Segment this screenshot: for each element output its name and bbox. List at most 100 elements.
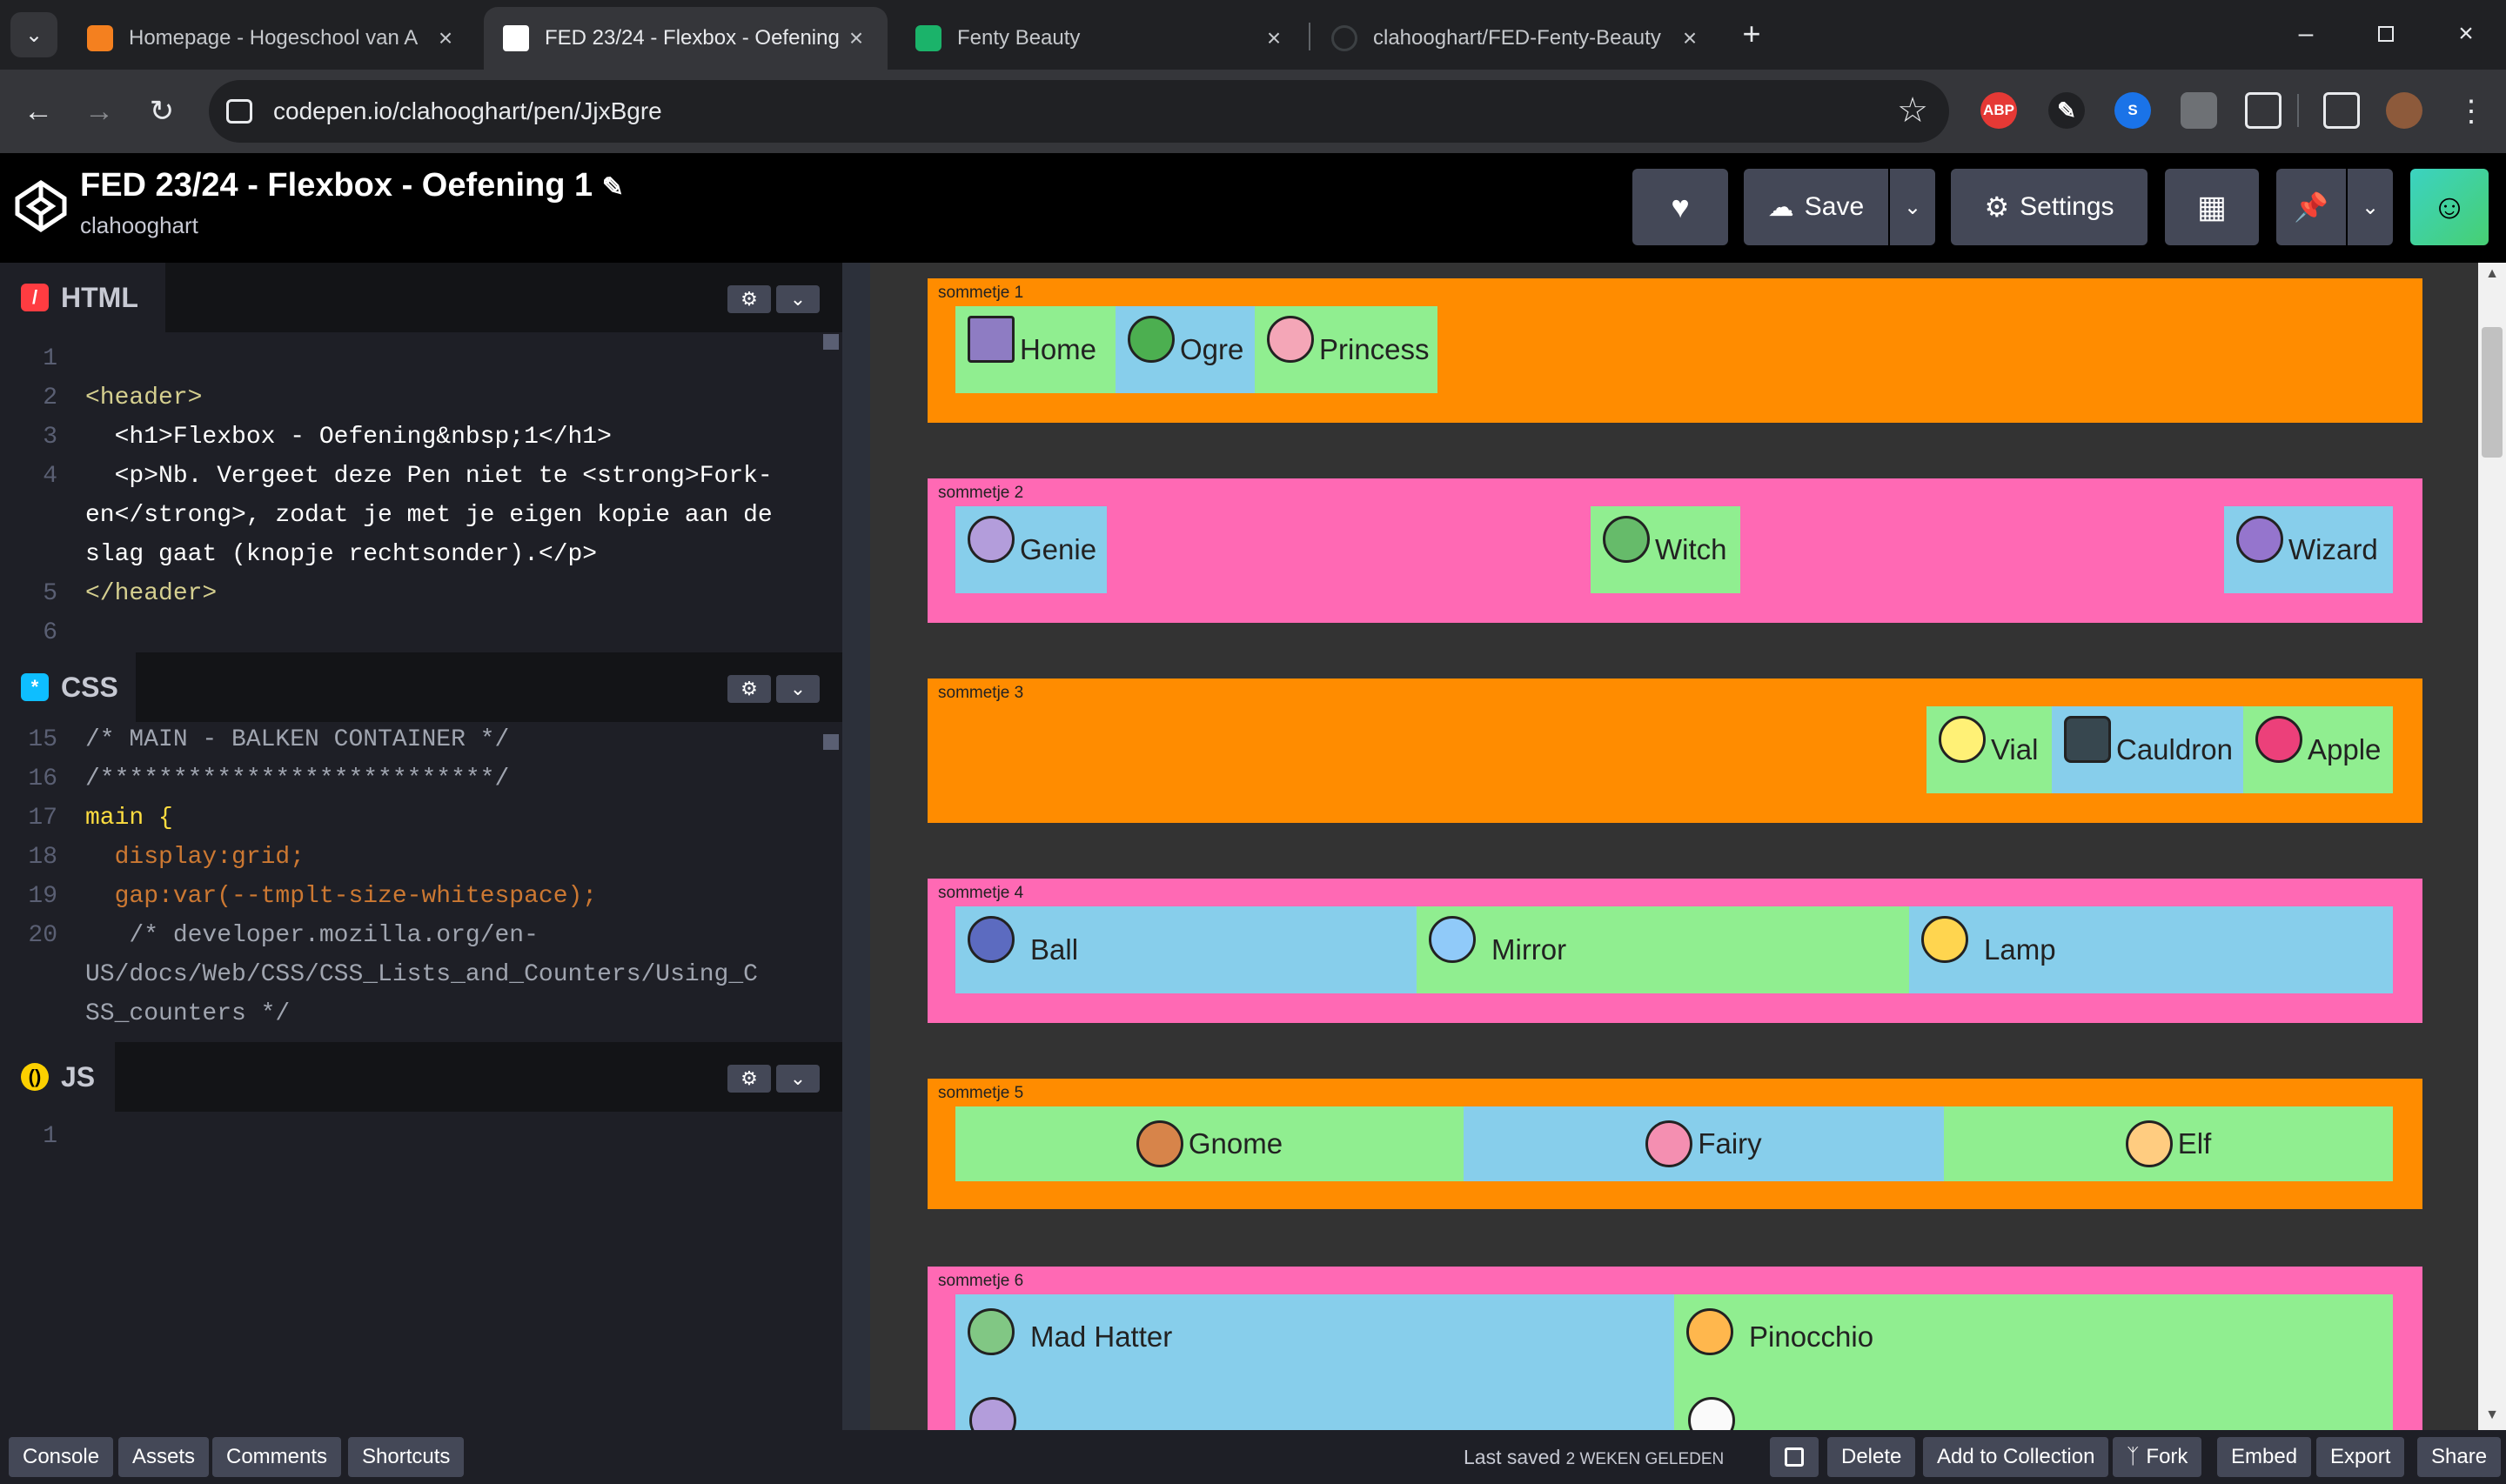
html-collapse-button[interactable]: ⌄	[776, 285, 820, 313]
chevron-down-icon: ⌄	[789, 1067, 807, 1089]
close-icon[interactable]: ×	[433, 24, 458, 52]
nav-item-elf[interactable]: Elf	[1944, 1106, 2393, 1181]
close-icon[interactable]: ×	[1262, 24, 1286, 52]
bookmark-star-icon[interactable]: ☆	[1897, 90, 1928, 130]
assets-button[interactable]: Assets	[118, 1437, 210, 1477]
preview-scrollbar-thumb[interactable]	[2482, 327, 2503, 458]
nav-item-home[interactable]: Home	[955, 306, 1116, 393]
nav-item-fairy[interactable]: Fairy	[1464, 1106, 1944, 1181]
css-code[interactable]: 15 /* MAIN - BALKEN CONTAINER */ 16 /*****…	[0, 720, 842, 1042]
nav-item-princess[interactable]: Princess	[1255, 306, 1437, 393]
item-label: Ball	[1030, 933, 1079, 966]
code-text: en</strong>, zodat je met je eigen kopie…	[85, 502, 773, 529]
box-label: sommetje 3	[938, 684, 1024, 702]
js-editor-tab[interactable]: () JS	[0, 1042, 115, 1112]
address-bar[interactable]: codepen.io/clahooghart/pen/JjxBgre ☆	[209, 80, 1949, 143]
user-avatar[interactable]: ☺	[2410, 169, 2489, 245]
browser-tab-2[interactable]: FED 23/24 - Flexbox - Oefening ×	[484, 7, 888, 70]
code-text: /* developer.mozilla.org/en-	[85, 922, 539, 949]
fork-button[interactable]: ᛉ Fork	[2113, 1437, 2202, 1477]
nav-item-gnome[interactable]: Gnome	[955, 1106, 1464, 1181]
partial-item-icon	[1688, 1397, 1735, 1430]
camera-extension-icon[interactable]	[2181, 92, 2217, 129]
pen-author[interactable]: clahooghart	[80, 212, 198, 239]
line-number: 2	[43, 384, 57, 411]
add-to-collection-button[interactable]: Add to Collection	[1923, 1437, 2109, 1477]
profile-avatar[interactable]	[2386, 92, 2422, 129]
nav-item-lamp[interactable]: Lamp	[1909, 906, 2393, 993]
nav-item-ogre[interactable]: Ogre	[1116, 306, 1255, 393]
pin-dropdown-button[interactable]: ⌄	[2348, 169, 2393, 245]
adblock-plus-icon[interactable]: ABP	[1980, 92, 2017, 129]
js-settings-button[interactable]: ⚙	[727, 1065, 771, 1093]
nav-item-mirror[interactable]: Mirror	[1417, 906, 1909, 993]
embed-button[interactable]: Embed	[2217, 1437, 2312, 1477]
html-scroll-marker[interactable]	[823, 334, 839, 350]
close-icon[interactable]: ×	[844, 24, 868, 52]
shortcuts-button[interactable]: Shortcuts	[348, 1437, 465, 1477]
codepen-logo-icon[interactable]	[14, 179, 68, 233]
browser-tab-1[interactable]: Homepage - Hogeschool van A ×	[68, 7, 477, 70]
nav-item-genie[interactable]: Genie	[955, 506, 1107, 593]
js-collapse-button[interactable]: ⌄	[776, 1065, 820, 1093]
chevron-down-icon: ⌄	[1903, 195, 1922, 219]
minimize-button[interactable]: –	[2280, 12, 2332, 56]
pen-title[interactable]: FED 23/24 - Flexbox - Oefening 1 ✎	[80, 167, 624, 204]
back-button[interactable]: ←	[16, 89, 61, 134]
scroll-up-arrow-icon[interactable]: ▲	[2482, 266, 2503, 284]
js-code[interactable]: 1	[0, 1117, 842, 1430]
pen-extension-icon[interactable]: ✎	[2048, 92, 2085, 129]
item-label: Fairy	[1698, 1127, 1762, 1160]
reload-button[interactable]: ↻	[139, 89, 184, 134]
nav-item-vial[interactable]: Vial	[1926, 706, 2052, 793]
browser-menu-button[interactable]: ⋮	[2454, 89, 2489, 134]
close-icon[interactable]: ×	[1678, 24, 1702, 52]
partial-item-icon	[969, 1397, 1016, 1430]
css-editor-tab[interactable]: * CSS	[0, 652, 136, 722]
scroll-down-arrow-icon[interactable]: ▼	[2482, 1407, 2503, 1425]
nav-item-mad-hatter[interactable]: Mad Hatter	[955, 1294, 1674, 1430]
site-info-icon[interactable]	[226, 99, 252, 124]
cauldron-icon	[2064, 716, 2111, 763]
forward-button[interactable]: →	[77, 89, 122, 134]
css-settings-button[interactable]: ⚙	[727, 675, 771, 703]
nav-item-apple[interactable]: Apple	[2243, 706, 2393, 793]
genie-icon	[968, 516, 1015, 563]
save-button[interactable]: ☁ Save	[1744, 169, 1888, 245]
edit-pencil-icon[interactable]: ✎	[602, 173, 624, 202]
share-button[interactable]: Share	[2417, 1437, 2502, 1477]
browser-tab-4[interactable]: clahooghart/FED-Fenty-Beauty ×	[1312, 7, 1721, 70]
html-settings-button[interactable]: ⚙	[727, 285, 771, 313]
html-editor-tab[interactable]: / HTML	[0, 263, 165, 332]
pen-title-text: FED 23/24 - Flexbox - Oefening 1	[80, 167, 593, 204]
export-button[interactable]: Export	[2316, 1437, 2405, 1477]
save-dropdown-button[interactable]: ⌄	[1890, 169, 1935, 245]
love-button[interactable]: ♥	[1632, 169, 1728, 245]
nav-item-wizard[interactable]: Wizard	[2224, 506, 2393, 593]
tab-search-button[interactable]: ⌄	[10, 12, 57, 57]
pin-button[interactable]: 📌	[2276, 169, 2346, 245]
open-external-button[interactable]	[1770, 1437, 1819, 1477]
css-collapse-button[interactable]: ⌄	[776, 675, 820, 703]
nav-item-cauldron[interactable]: Cauldron	[2052, 706, 2243, 793]
side-panel-icon[interactable]	[2323, 92, 2360, 129]
shazam-extension-icon[interactable]: S	[2114, 92, 2151, 129]
restore-button[interactable]	[2360, 12, 2412, 56]
css-scroll-marker[interactable]	[823, 734, 839, 750]
nav-item-witch[interactable]: Witch	[1591, 506, 1740, 593]
delete-button[interactable]: Delete	[1827, 1437, 1916, 1477]
item-label: Wizard	[2288, 533, 2378, 565]
settings-button[interactable]: ⚙ Settings	[1951, 169, 2148, 245]
change-view-button[interactable]: ▦	[2165, 169, 2259, 245]
console-button[interactable]: Console	[9, 1437, 114, 1477]
resize-divider[interactable]	[842, 263, 870, 1430]
box-label: sommetje 2	[938, 484, 1024, 502]
nav-item-ball[interactable]: Ball	[955, 906, 1417, 993]
nav-item-pinocchio[interactable]: Pinocchio	[1674, 1294, 2393, 1430]
puzzle-extensions-icon[interactable]	[2245, 92, 2282, 129]
html-code[interactable]: 1 2 <header> 3 <h1>Flexbox - Oefening&nbs…	[0, 339, 842, 652]
new-tab-button[interactable]: +	[1732, 14, 1772, 54]
window-close-button[interactable]: ×	[2440, 12, 2492, 56]
comments-button[interactable]: Comments	[212, 1437, 342, 1477]
browser-tab-3[interactable]: Fenty Beauty ×	[896, 7, 1305, 70]
